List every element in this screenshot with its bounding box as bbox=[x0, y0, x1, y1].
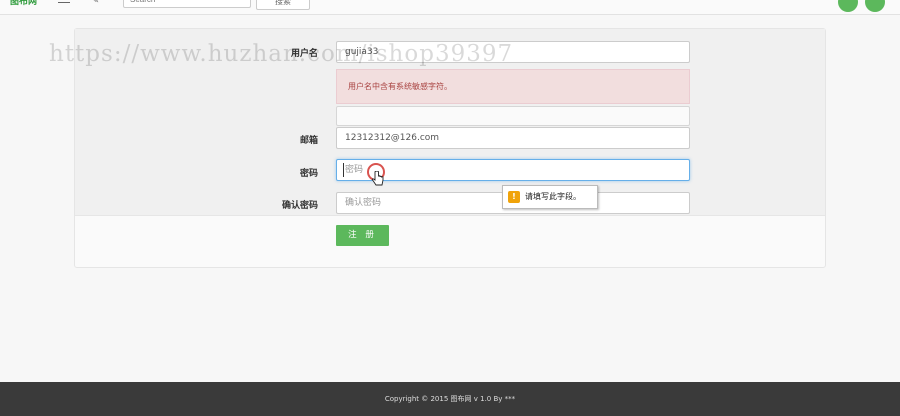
confirm-password-label: 确认密码 bbox=[281, 201, 318, 211]
watermark-text: https://www.huzhan.com/ishop39397 bbox=[49, 41, 514, 67]
hand-cursor-icon bbox=[372, 171, 384, 186]
user-icon[interactable] bbox=[838, 0, 858, 12]
search-button[interactable]: 搜索 bbox=[256, 0, 310, 10]
footer-copyright: Copyright © 2015 图布网 v 1.0 By *** bbox=[384, 395, 516, 403]
top-navbar: 图布网 ✎ 搜索 bbox=[0, 0, 900, 15]
wrench-icon[interactable]: ✎ bbox=[91, 0, 99, 6]
tooltip-message: 请填写此字段。 bbox=[525, 192, 581, 201]
error-alert: 用户名中含有系统敏感字符。 bbox=[336, 69, 690, 104]
brand-logo[interactable]: 图布网 bbox=[10, 0, 37, 8]
text-caret bbox=[343, 163, 344, 177]
menu-icon[interactable] bbox=[58, 0, 70, 6]
settings-icon[interactable] bbox=[865, 0, 885, 12]
password-field[interactable]: 密码 bbox=[336, 159, 690, 181]
warning-icon: ! bbox=[508, 191, 520, 203]
password-label: 密码 bbox=[299, 169, 318, 179]
hidden-field[interactable] bbox=[336, 106, 690, 126]
email-label: 邮箱 bbox=[299, 136, 318, 146]
search-input[interactable] bbox=[123, 0, 251, 8]
register-button[interactable]: 注 册 bbox=[336, 225, 389, 246]
email-field[interactable]: 12312312@126.com bbox=[336, 127, 690, 149]
validation-tooltip: ! 请填写此字段。 bbox=[502, 185, 598, 209]
footer: Copyright © 2015 图布网 v 1.0 By *** bbox=[0, 382, 900, 416]
